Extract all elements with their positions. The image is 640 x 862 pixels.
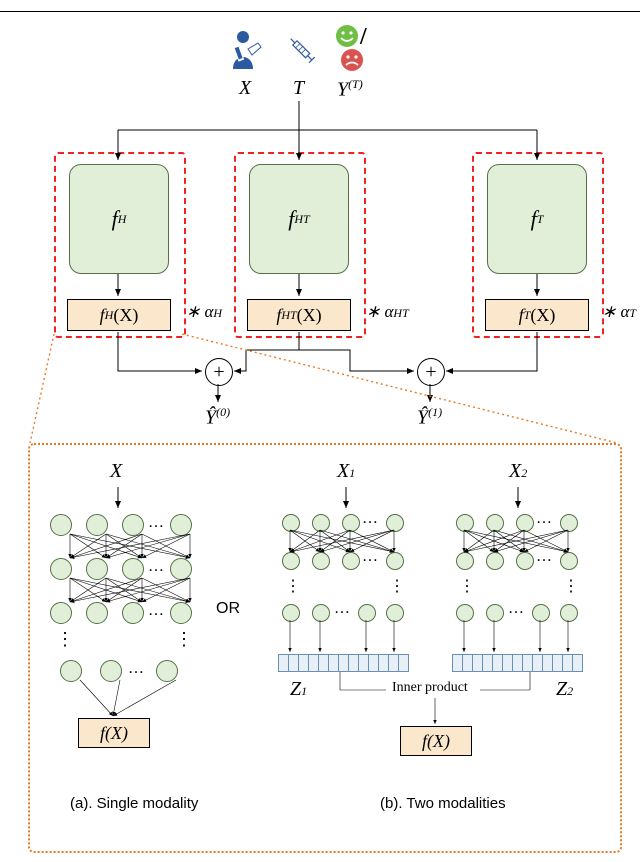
nn-node xyxy=(358,604,376,622)
nn-node xyxy=(100,660,122,682)
X1-label: X1 xyxy=(337,460,355,483)
single-X-label: X xyxy=(110,460,122,483)
nn-node xyxy=(312,514,330,532)
v-ellipsis: ⋮ xyxy=(175,629,193,650)
nn-node xyxy=(156,660,178,682)
nn-node xyxy=(342,552,360,570)
nn-node xyxy=(486,552,504,570)
syringe-icon xyxy=(282,30,322,70)
nn-node xyxy=(386,514,404,532)
nn-node xyxy=(282,552,300,570)
ellipsis: … xyxy=(148,558,166,576)
nn-node xyxy=(486,604,504,622)
v-ellipsis: ⋮ xyxy=(56,629,74,650)
fT-function-box: fT xyxy=(487,164,587,274)
sad-face-icon xyxy=(340,48,364,72)
fX-box-right: f(X) xyxy=(400,726,472,756)
ellipsis: … xyxy=(536,548,554,566)
Z2-label: Z2 xyxy=(556,678,573,701)
ellipsis: … xyxy=(536,510,554,528)
slash-icon: / xyxy=(360,24,367,51)
nn-node xyxy=(386,604,404,622)
nn-node xyxy=(532,604,550,622)
nn-node xyxy=(50,602,72,624)
nn-node xyxy=(456,552,474,570)
ellipsis: … xyxy=(362,548,380,566)
sum-node-0: + xyxy=(205,358,233,386)
caption-a: (a). Single modality xyxy=(70,795,198,812)
nn-node xyxy=(312,552,330,570)
nn-node xyxy=(560,604,578,622)
fHX-output-box: fH(X) xyxy=(67,299,171,331)
nn-node xyxy=(560,552,578,570)
fX-box-left: f(X) xyxy=(78,718,150,748)
or-label: OR xyxy=(216,600,240,618)
ellipsis: … xyxy=(508,600,526,618)
detail-panel xyxy=(28,443,622,853)
nn-node xyxy=(86,558,108,580)
fH-function-box: fH xyxy=(69,164,169,274)
v-ellipsis: ⋮ xyxy=(459,576,475,596)
nn-node xyxy=(60,660,82,682)
ellipsis: … xyxy=(334,600,352,618)
nn-node xyxy=(342,514,360,532)
fHTX-output-box: fHT(X) xyxy=(247,299,351,331)
sum-node-1: + xyxy=(417,358,445,386)
caption-b: (b). Two modalities xyxy=(380,795,506,812)
v-ellipsis: ⋮ xyxy=(389,576,405,596)
nn-node xyxy=(122,558,144,580)
nn-node xyxy=(122,602,144,624)
v-ellipsis: ⋮ xyxy=(285,576,301,596)
nn-node xyxy=(386,552,404,570)
input-T-label: T xyxy=(293,77,304,100)
yhat1-label: Ŷ(1) xyxy=(417,405,442,430)
ellipsis: … xyxy=(148,514,166,532)
X2-label: X2 xyxy=(509,460,527,483)
alpha-T-label: ∗ αT xyxy=(602,302,636,322)
alpha-H-label: ∗ αH xyxy=(186,302,222,322)
nn-node xyxy=(516,514,534,532)
nn-node xyxy=(50,514,72,536)
nn-node xyxy=(282,604,300,622)
nn-node xyxy=(122,514,144,536)
vector-Z2 xyxy=(452,654,583,672)
nn-node xyxy=(86,602,108,624)
alpha-HT-label: ∗ αHT xyxy=(366,302,409,322)
Z1-label: Z1 xyxy=(290,678,307,701)
nn-node xyxy=(516,552,534,570)
nn-node xyxy=(312,604,330,622)
nn-node xyxy=(456,514,474,532)
vector-Z1 xyxy=(278,654,409,672)
nn-node xyxy=(560,514,578,532)
fHT-function-box: fHT xyxy=(249,164,349,274)
nn-node xyxy=(170,558,192,580)
nn-node xyxy=(50,558,72,580)
yhat0-label: Ŷ(0) xyxy=(205,405,230,430)
nn-node xyxy=(486,514,504,532)
nn-node xyxy=(170,514,192,536)
input-YT-label: Y(T) xyxy=(337,77,363,102)
inner-product-label: Inner product xyxy=(392,680,468,696)
nn-node xyxy=(170,602,192,624)
ellipsis: … xyxy=(362,510,380,528)
happy-face-icon xyxy=(335,24,359,48)
nn-node xyxy=(282,514,300,532)
nn-node xyxy=(86,514,108,536)
ellipsis: … xyxy=(148,602,166,620)
nn-node xyxy=(456,604,474,622)
v-ellipsis: ⋮ xyxy=(563,576,579,596)
patient-icon xyxy=(228,29,264,69)
fTX-output-box: fT(X) xyxy=(485,299,589,331)
input-X-label: X xyxy=(239,77,251,100)
ellipsis: … xyxy=(128,660,146,678)
